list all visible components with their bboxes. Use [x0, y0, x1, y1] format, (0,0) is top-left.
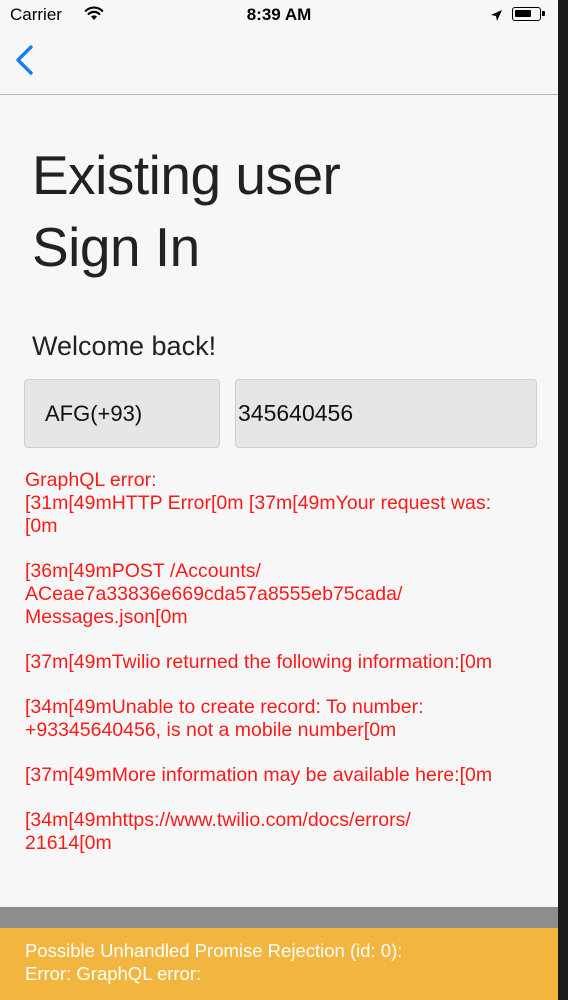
battery-icon	[512, 7, 545, 21]
country-code-picker[interactable]: AFG(+93)	[24, 379, 220, 448]
error-line: [34m[49mhttps://www.twilio.com/docs/erro…	[25, 809, 411, 854]
error-line: [37m[49mMore information may be availabl…	[25, 764, 493, 786]
signin-content: Existing user Sign In Welcome back! AFG(…	[0, 95, 558, 907]
warning-line-2: Error: GraphQL error:	[25, 963, 202, 984]
error-line: GraphQL error: [31m[49mHTTP Error[0m [37…	[25, 469, 492, 537]
title-line-1: Existing user	[32, 144, 341, 206]
location-arrow-icon	[490, 7, 503, 27]
title-line-2: Sign In	[32, 216, 200, 278]
clock-time: 8:39 AM	[246, 5, 312, 24]
status-bar: Carrier 8:39 AM	[0, 0, 558, 32]
page-title: Existing user Sign In	[32, 139, 341, 283]
app-screen: Carrier 8:39 AM Existing user Sign In We…	[0, 0, 558, 1000]
warning-line-1: Possible Unhandled Promise Rejection (id…	[25, 940, 403, 961]
error-line: [34m[49mUnable to create record: To numb…	[25, 696, 424, 741]
chevron-left-icon	[16, 45, 33, 75]
error-line: [36m[49mPOST /Accounts/ ACeae7a33836e669…	[25, 560, 403, 628]
back-button[interactable]	[12, 42, 36, 78]
divider-bar	[0, 907, 558, 928]
welcome-text: Welcome back!	[32, 331, 217, 361]
error-line: [37m[49mTwilio returned the following in…	[25, 651, 493, 673]
navigation-bar	[0, 32, 558, 95]
phone-number-input[interactable]	[235, 379, 537, 448]
yellowbox-warning[interactable]: Possible Unhandled Promise Rejection (id…	[0, 928, 558, 1000]
error-message: GraphQL error: [31m[49mHTTP Error[0m [37…	[25, 469, 558, 877]
